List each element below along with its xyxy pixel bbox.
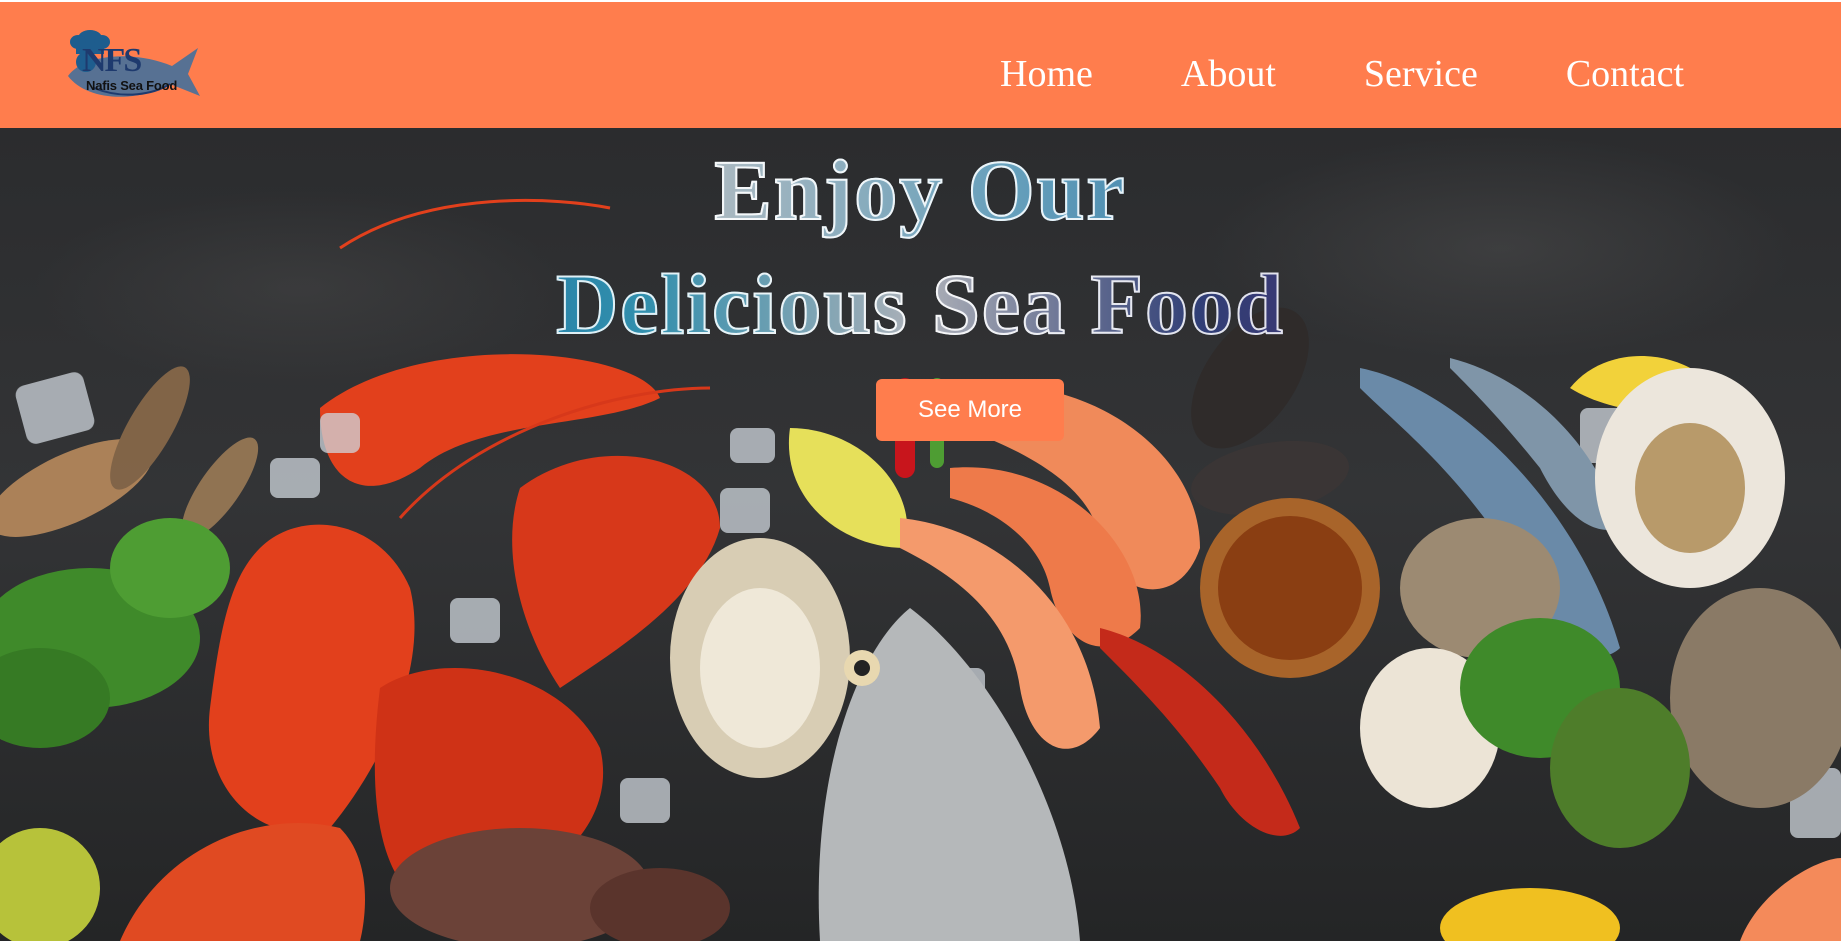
- logo-text: Nafis Sea Food: [86, 78, 178, 93]
- parsley-left: [0, 518, 230, 748]
- brand-logo[interactable]: NFS Nafis Sea Food: [64, 28, 204, 110]
- octopus: [390, 828, 730, 941]
- nav-link-service[interactable]: Service: [1364, 52, 1478, 96]
- navbar: NFS Nafis Sea Food Home About Service Co…: [0, 2, 1841, 128]
- hero-section: Enjoy Our Delicious Sea Food See More: [0, 128, 1841, 941]
- main-nav: Home About Service Contact: [1000, 52, 1684, 96]
- nav-link-about[interactable]: About: [1181, 52, 1276, 96]
- see-more-button[interactable]: See More: [876, 379, 1064, 441]
- hero-title-line2: Delicious Sea Food: [0, 254, 1841, 354]
- nav-link-contact[interactable]: Contact: [1566, 52, 1684, 96]
- seafood-background-image: [0, 198, 1841, 941]
- nav-link-home[interactable]: Home: [1000, 52, 1093, 96]
- hero-title-line1: Enjoy Our: [0, 140, 1841, 240]
- logo-letters: NFS: [82, 42, 142, 79]
